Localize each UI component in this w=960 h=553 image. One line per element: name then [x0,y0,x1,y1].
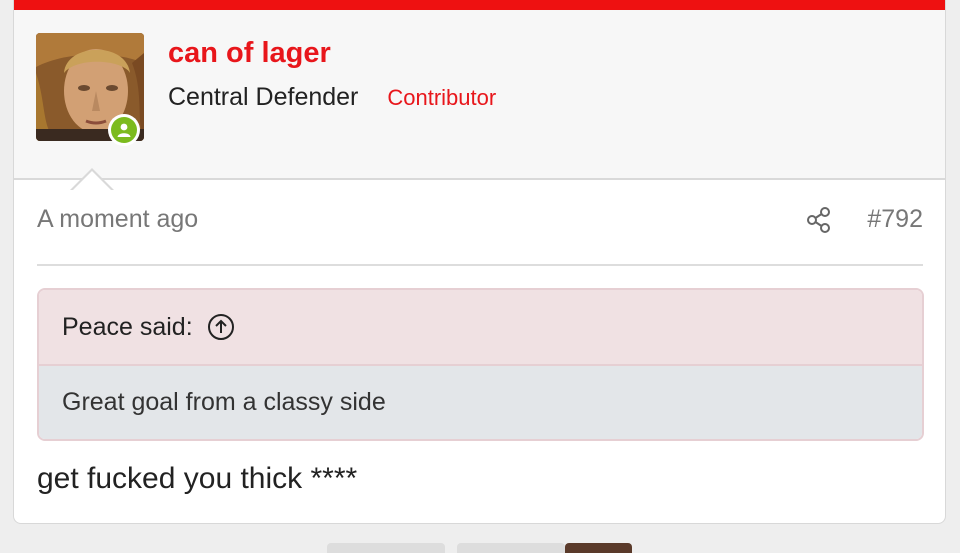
accent-bar [14,0,945,10]
quote-block: Peace said: Great goal from a classy sid… [37,288,924,441]
next-post-hint-right [457,543,565,553]
user-info-bar: can of lager Central Defender Contributo… [14,10,945,191]
user-badge: Contributor [387,85,497,110]
user-title: Central Defender [168,83,359,111]
quote-content: Great goal from a classy side [39,366,922,439]
username-link[interactable]: can of lager [168,37,331,70]
user-title-line: Central Defender Contributor [168,83,496,112]
quote-attribution[interactable]: Peace said: [62,313,193,342]
post-number-link[interactable]: #792 [867,205,923,234]
user-bar-pointer [70,168,114,191]
next-post-hint-left [327,543,445,553]
post-timestamp[interactable]: A moment ago [37,205,198,234]
post-card: can of lager Central Defender Contributo… [13,0,946,524]
quote-header: Peace said: [39,290,922,366]
post-message: get fucked you thick **** [37,462,358,495]
header-divider [37,264,923,266]
arrow-up-circle-icon[interactable] [207,313,235,341]
next-post-hint-dark [565,543,632,553]
online-status [108,114,140,146]
online-user-icon [111,117,137,143]
share-icon[interactable] [804,205,834,235]
